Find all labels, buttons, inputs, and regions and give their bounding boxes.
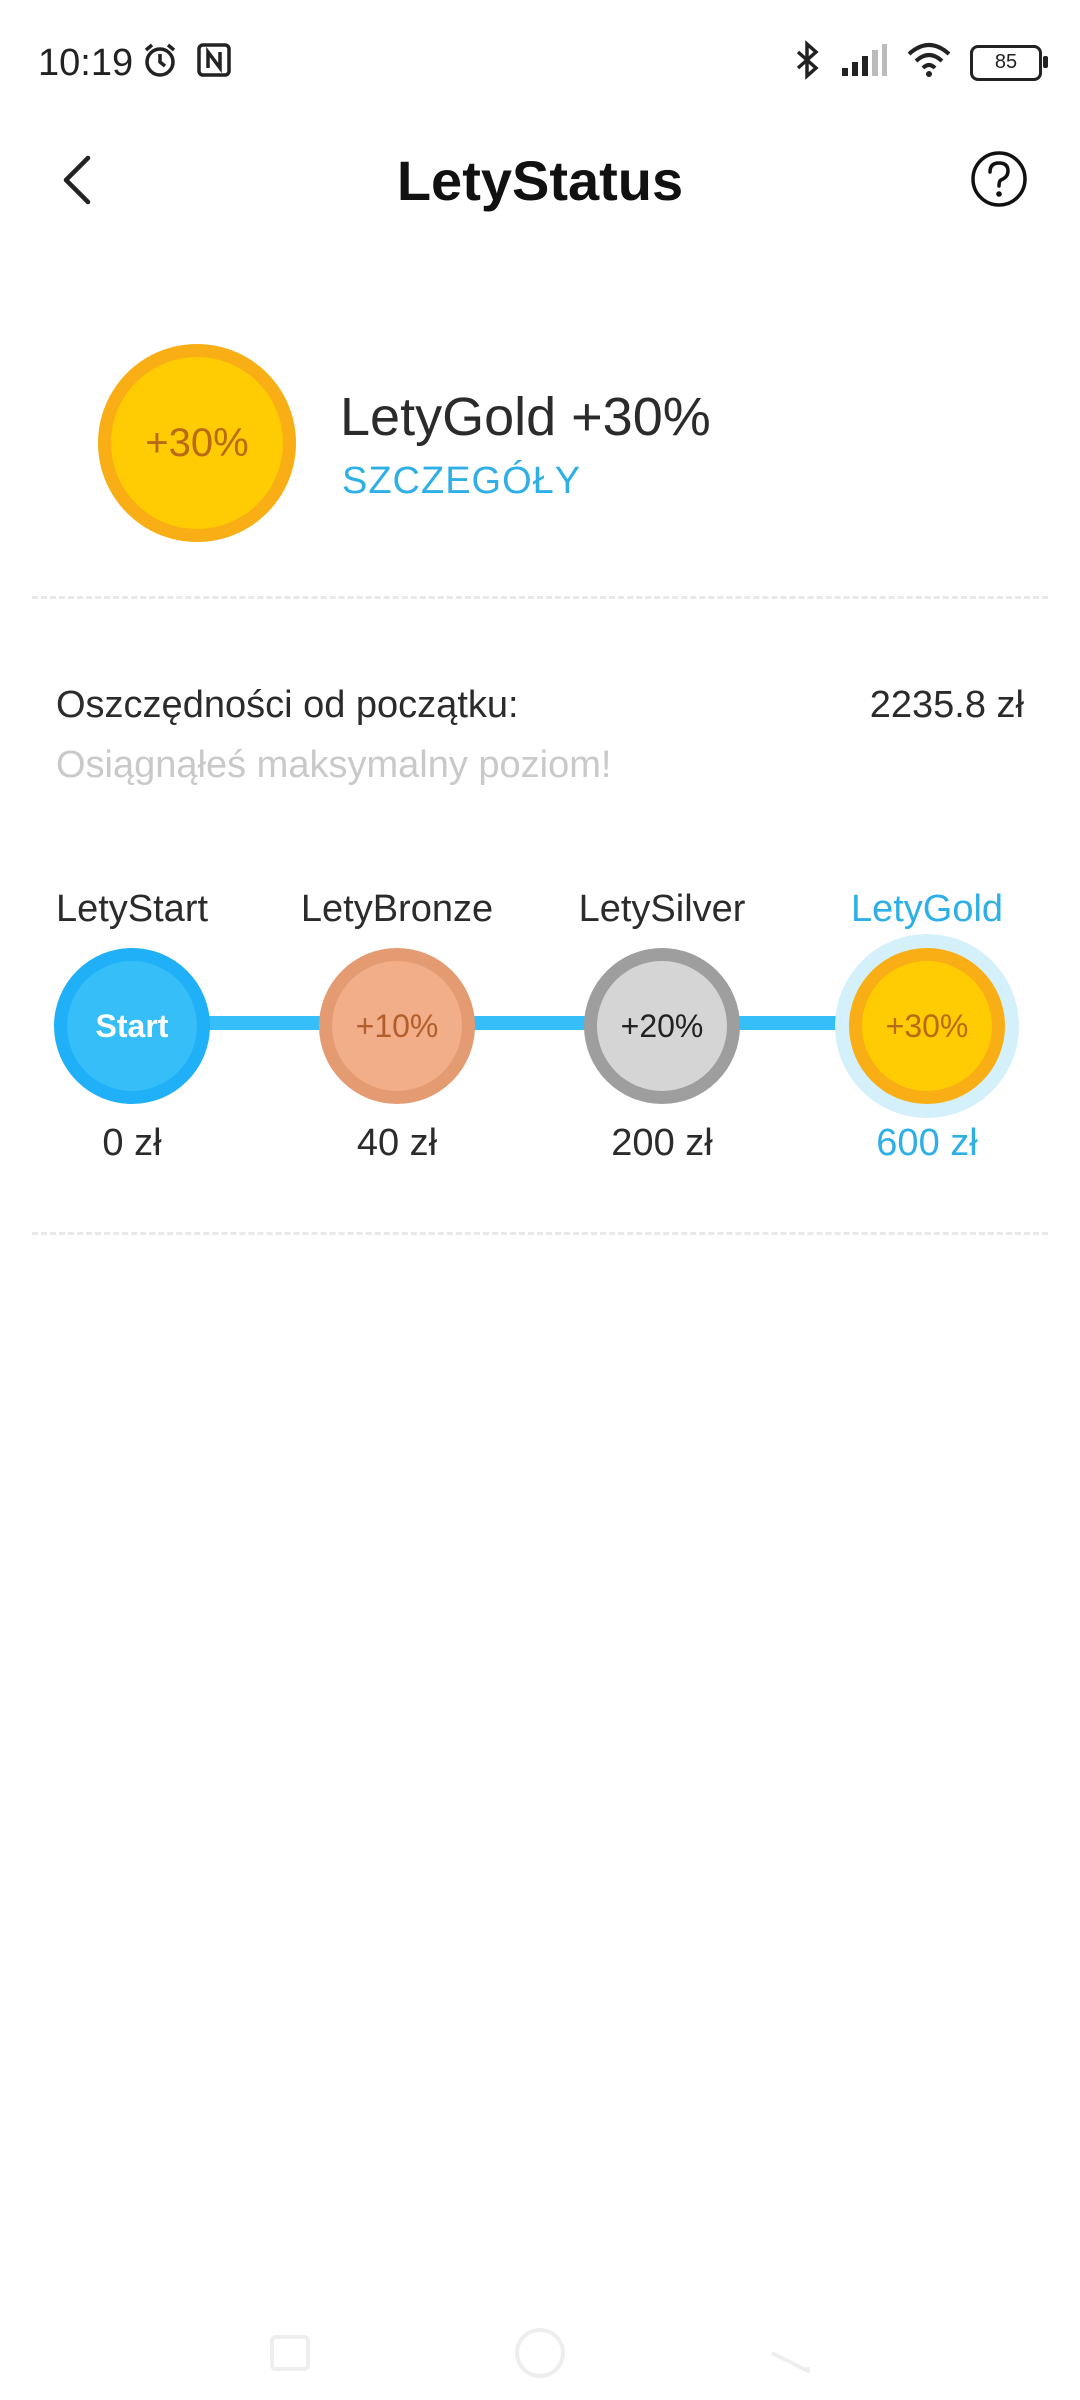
savings-value: 2235.8 zł [869,684,1024,726]
divider [32,1232,1048,1235]
back-icon[interactable] [755,2318,825,2388]
current-status-title: LetyGold +30% [340,387,711,447]
level-badge: +10% [319,948,475,1104]
level-amount: 40 zł [356,1122,438,1164]
system-nav-bar [0,2300,1080,2400]
level-badge-label: +20% [597,961,727,1091]
divider [32,596,1048,599]
alarm-icon [140,40,180,85]
level-badge-label: Start [67,961,197,1091]
level-badge-label: +30% [862,961,992,1091]
nfc-icon [194,40,234,85]
current-status-badge-label: +30% [111,357,283,529]
level-letystart: LetyStart Start 0 zł [7,880,257,1180]
battery-level: 85 [994,51,1018,73]
level-badge: +30% [849,948,1005,1104]
levels-progress: LetyStart Start 0 zł LetyBronze +10% 40 … [0,880,1080,1180]
signal-icon [840,42,888,83]
level-amount: 600 zł [876,1122,978,1164]
level-name: LetyStart [55,888,209,930]
bluetooth-icon [792,40,822,85]
help-icon[interactable] [970,150,1028,208]
level-badge-label: +10% [332,961,462,1091]
level-badge: +20% [584,948,740,1104]
recents-icon[interactable] [255,2318,325,2388]
details-link[interactable]: SZCZEGÓŁY [342,460,581,503]
home-icon[interactable] [505,2318,575,2388]
page-title: LetyStatus [396,149,684,212]
level-name: LetyBronze [300,888,494,930]
level-letybronze: LetyBronze +10% 40 zł [272,880,522,1180]
level-name: LetyGold [850,888,1004,930]
level-name: LetySilver [578,888,746,930]
battery-icon: 85 [970,44,1048,81]
status-time: 10:19 [38,42,134,84]
current-status-card: +30% LetyGold +30% SZCZEGÓŁY [0,320,1080,570]
header: LetyStatus [0,120,1080,240]
level-letygold: LetyGold +30% 600 zł [802,880,1052,1180]
level-amount: 200 zł [611,1122,713,1164]
current-status-badge: +30% [98,344,296,542]
level-letysilver: LetySilver +20% 200 zł [537,880,787,1180]
level-amount: 0 zł [102,1122,162,1164]
status-bar: 10:19 85 [0,0,1080,120]
max-level-note: Osiągnąłeś maksymalny poziom! [56,744,612,786]
wifi-icon [906,42,952,83]
level-badge: Start [54,948,210,1104]
savings-label: Oszczędności od początku: [56,684,519,726]
